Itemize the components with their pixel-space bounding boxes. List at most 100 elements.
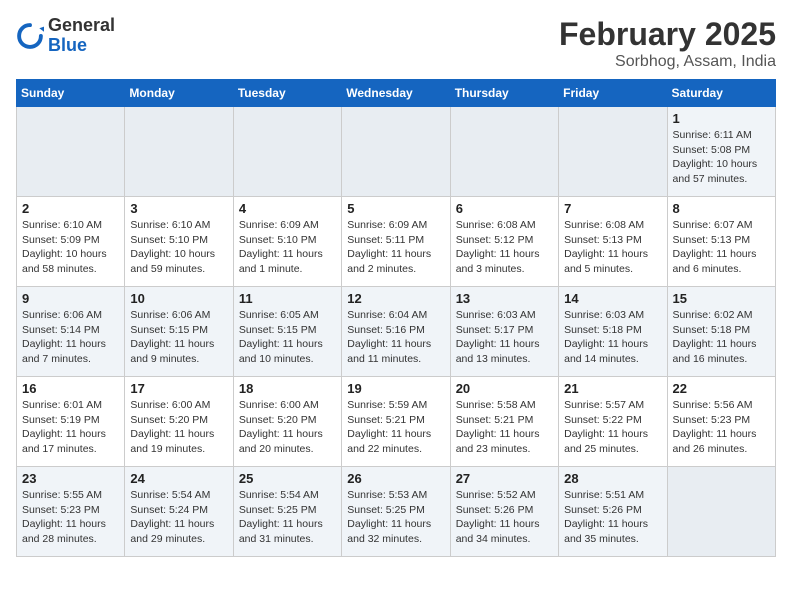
day-number: 5 <box>347 201 444 216</box>
day-info: Sunrise: 5:56 AM Sunset: 5:23 PM Dayligh… <box>673 398 770 457</box>
calendar-cell: 17 Sunrise: 6:00 AM Sunset: 5:20 PM Dayli… <box>125 377 233 467</box>
day-info: Sunrise: 6:01 AM Sunset: 5:19 PM Dayligh… <box>22 398 119 457</box>
calendar-cell: 16 Sunrise: 6:01 AM Sunset: 5:19 PM Dayli… <box>17 377 125 467</box>
day-number: 11 <box>239 291 336 306</box>
day-number: 4 <box>239 201 336 216</box>
calendar-cell: 12 Sunrise: 6:04 AM Sunset: 5:16 PM Dayli… <box>342 287 450 377</box>
day-number: 24 <box>130 471 227 486</box>
day-number: 7 <box>564 201 661 216</box>
day-number: 12 <box>347 291 444 306</box>
day-number: 18 <box>239 381 336 396</box>
calendar-week-row: 16 Sunrise: 6:01 AM Sunset: 5:19 PM Dayli… <box>17 377 776 467</box>
day-number: 17 <box>130 381 227 396</box>
day-info: Sunrise: 6:09 AM Sunset: 5:11 PM Dayligh… <box>347 218 444 277</box>
logo-general-text: General <box>48 15 115 35</box>
day-number: 21 <box>564 381 661 396</box>
day-info: Sunrise: 6:02 AM Sunset: 5:18 PM Dayligh… <box>673 308 770 367</box>
calendar-cell: 1Sunrise: 6:11 AM Sunset: 5:08 PM Daylig… <box>667 107 775 197</box>
day-number: 27 <box>456 471 553 486</box>
day-info: Sunrise: 6:00 AM Sunset: 5:20 PM Dayligh… <box>239 398 336 457</box>
day-info: Sunrise: 5:59 AM Sunset: 5:21 PM Dayligh… <box>347 398 444 457</box>
calendar-cell: 14 Sunrise: 6:03 AM Sunset: 5:18 PM Dayli… <box>559 287 667 377</box>
calendar-week-row: 2 Sunrise: 6:10 AM Sunset: 5:09 PM Daylig… <box>17 197 776 287</box>
weekday-header-saturday: Saturday <box>667 80 775 107</box>
day-number: 2 <box>22 201 119 216</box>
day-number: 10 <box>130 291 227 306</box>
logo-icon <box>16 22 44 50</box>
day-info: Sunrise: 6:03 AM Sunset: 5:18 PM Dayligh… <box>564 308 661 367</box>
calendar-cell: 2 Sunrise: 6:10 AM Sunset: 5:09 PM Daylig… <box>17 197 125 287</box>
calendar-cell: 26 Sunrise: 5:53 AM Sunset: 5:25 PM Dayli… <box>342 467 450 557</box>
calendar-table: SundayMondayTuesdayWednesdayThursdayFrid… <box>16 79 776 557</box>
logo-blue-text: Blue <box>48 35 87 55</box>
day-info: Sunrise: 5:53 AM Sunset: 5:25 PM Dayligh… <box>347 488 444 547</box>
day-number: 15 <box>673 291 770 306</box>
logo: General Blue <box>16 16 115 56</box>
calendar-cell: 15 Sunrise: 6:02 AM Sunset: 5:18 PM Dayli… <box>667 287 775 377</box>
day-number: 22 <box>673 381 770 396</box>
day-info: Sunrise: 6:00 AM Sunset: 5:20 PM Dayligh… <box>130 398 227 457</box>
day-number: 13 <box>456 291 553 306</box>
calendar-cell: 11 Sunrise: 6:05 AM Sunset: 5:15 PM Dayli… <box>233 287 341 377</box>
calendar-cell: 13Sunrise: 6:03 AM Sunset: 5:17 PM Dayli… <box>450 287 558 377</box>
day-info: Sunrise: 5:55 AM Sunset: 5:23 PM Dayligh… <box>22 488 119 547</box>
calendar-cell: 28Sunrise: 5:51 AM Sunset: 5:26 PM Dayli… <box>559 467 667 557</box>
day-info: Sunrise: 5:52 AM Sunset: 5:26 PM Dayligh… <box>456 488 553 547</box>
day-info: Sunrise: 5:54 AM Sunset: 5:25 PM Dayligh… <box>239 488 336 547</box>
calendar-cell: 22 Sunrise: 5:56 AM Sunset: 5:23 PM Dayli… <box>667 377 775 467</box>
day-number: 19 <box>347 381 444 396</box>
calendar-cell: 8 Sunrise: 6:07 AM Sunset: 5:13 PM Daylig… <box>667 197 775 287</box>
day-number: 14 <box>564 291 661 306</box>
calendar-cell: 6 Sunrise: 6:08 AM Sunset: 5:12 PM Daylig… <box>450 197 558 287</box>
weekday-header-wednesday: Wednesday <box>342 80 450 107</box>
day-number: 20 <box>456 381 553 396</box>
calendar-cell <box>559 107 667 197</box>
day-info: Sunrise: 5:58 AM Sunset: 5:21 PM Dayligh… <box>456 398 553 457</box>
location: Sorbhog, Assam, India <box>559 53 776 71</box>
day-number: 8 <box>673 201 770 216</box>
calendar-cell <box>125 107 233 197</box>
calendar-cell: 19 Sunrise: 5:59 AM Sunset: 5:21 PM Dayli… <box>342 377 450 467</box>
calendar-cell <box>233 107 341 197</box>
calendar-cell: 7Sunrise: 6:08 AM Sunset: 5:13 PM Daylig… <box>559 197 667 287</box>
day-number: 1 <box>673 111 770 126</box>
day-number: 26 <box>347 471 444 486</box>
weekday-header-monday: Monday <box>125 80 233 107</box>
day-info: Sunrise: 6:06 AM Sunset: 5:15 PM Dayligh… <box>130 308 227 367</box>
day-info: Sunrise: 5:51 AM Sunset: 5:26 PM Dayligh… <box>564 488 661 547</box>
calendar-cell <box>450 107 558 197</box>
day-number: 3 <box>130 201 227 216</box>
calendar-cell <box>667 467 775 557</box>
weekday-header-friday: Friday <box>559 80 667 107</box>
day-number: 16 <box>22 381 119 396</box>
calendar-cell: 5 Sunrise: 6:09 AM Sunset: 5:11 PM Daylig… <box>342 197 450 287</box>
day-info: Sunrise: 6:05 AM Sunset: 5:15 PM Dayligh… <box>239 308 336 367</box>
day-info: Sunrise: 6:06 AM Sunset: 5:14 PM Dayligh… <box>22 308 119 367</box>
calendar-cell: 18 Sunrise: 6:00 AM Sunset: 5:20 PM Dayli… <box>233 377 341 467</box>
calendar-cell <box>342 107 450 197</box>
day-info: Sunrise: 6:10 AM Sunset: 5:09 PM Dayligh… <box>22 218 119 277</box>
day-info: Sunrise: 6:09 AM Sunset: 5:10 PM Dayligh… <box>239 218 336 277</box>
day-number: 25 <box>239 471 336 486</box>
day-info: Sunrise: 6:08 AM Sunset: 5:12 PM Dayligh… <box>456 218 553 277</box>
day-number: 9 <box>22 291 119 306</box>
title-block: February 2025 Sorbhog, Assam, India <box>559 16 776 71</box>
day-info: Sunrise: 5:54 AM Sunset: 5:24 PM Dayligh… <box>130 488 227 547</box>
calendar-week-row: 23Sunrise: 5:55 AM Sunset: 5:23 PM Dayli… <box>17 467 776 557</box>
day-number: 6 <box>456 201 553 216</box>
calendar-cell: 4 Sunrise: 6:09 AM Sunset: 5:10 PM Daylig… <box>233 197 341 287</box>
calendar-cell: 21 Sunrise: 5:57 AM Sunset: 5:22 PM Dayli… <box>559 377 667 467</box>
day-info: Sunrise: 6:04 AM Sunset: 5:16 PM Dayligh… <box>347 308 444 367</box>
calendar-week-row: 1Sunrise: 6:11 AM Sunset: 5:08 PM Daylig… <box>17 107 776 197</box>
day-info: Sunrise: 5:57 AM Sunset: 5:22 PM Dayligh… <box>564 398 661 457</box>
day-info: Sunrise: 6:10 AM Sunset: 5:10 PM Dayligh… <box>130 218 227 277</box>
weekday-header-thursday: Thursday <box>450 80 558 107</box>
calendar-header-row: SundayMondayTuesdayWednesdayThursdayFrid… <box>17 80 776 107</box>
calendar-cell: 20 Sunrise: 5:58 AM Sunset: 5:21 PM Dayli… <box>450 377 558 467</box>
calendar-week-row: 9 Sunrise: 6:06 AM Sunset: 5:14 PM Daylig… <box>17 287 776 377</box>
calendar-cell: 27 Sunrise: 5:52 AM Sunset: 5:26 PM Dayli… <box>450 467 558 557</box>
calendar-cell: 3 Sunrise: 6:10 AM Sunset: 5:10 PM Daylig… <box>125 197 233 287</box>
calendar-cell <box>17 107 125 197</box>
page-header: General Blue February 2025 Sorbhog, Assa… <box>16 16 776 71</box>
day-info: Sunrise: 6:07 AM Sunset: 5:13 PM Dayligh… <box>673 218 770 277</box>
